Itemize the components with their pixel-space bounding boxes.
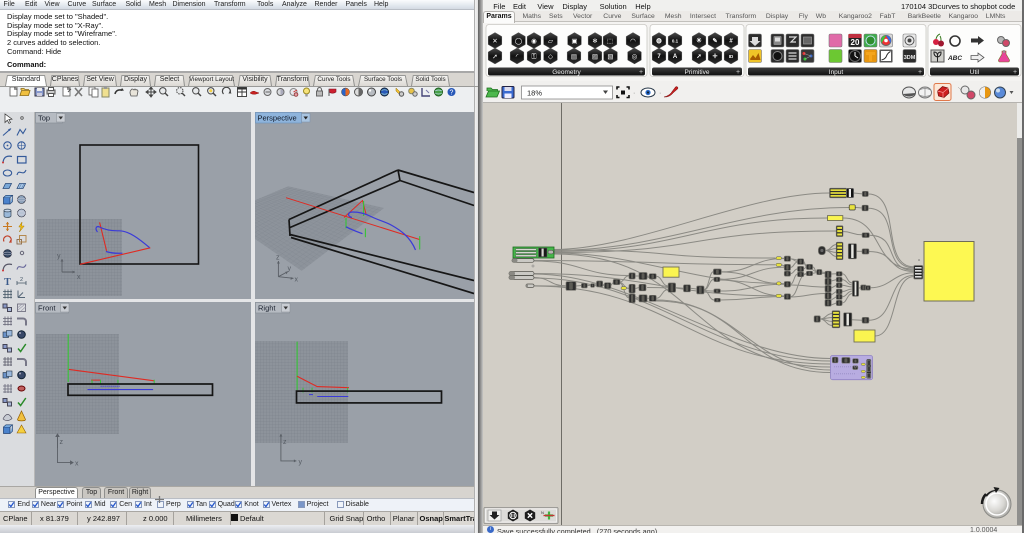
svg-text:Right: Right (258, 304, 276, 313)
svg-text:▣: ▣ (571, 38, 577, 45)
svg-text:z: z (283, 439, 287, 446)
svg-text:Front: Front (38, 304, 56, 313)
svg-text:▧: ▧ (607, 53, 613, 60)
svg-text:ID: ID (729, 54, 734, 59)
svg-text:N: N (541, 510, 544, 515)
svg-text:➚: ➚ (696, 54, 701, 60)
svg-text:◠: ◠ (630, 38, 636, 45)
svg-text:20: 20 (851, 38, 860, 47)
svg-text:x: x (75, 461, 79, 468)
svg-text:z: z (276, 255, 280, 262)
svg-text:Util: Util (970, 69, 980, 76)
svg-text:y: y (57, 253, 61, 260)
svg-text:3DM: 3DM (904, 55, 916, 61)
svg-text:◯: ◯ (515, 37, 523, 45)
svg-text:◎: ◎ (632, 53, 638, 60)
svg-text:⬚: ⬚ (607, 38, 613, 45)
svg-text:➚: ➚ (492, 53, 497, 60)
svg-text:o: o (918, 258, 920, 262)
svg-text:·: · (659, 90, 661, 97)
svg-text:◍: ◍ (656, 38, 662, 45)
svg-text:▤: ▤ (571, 53, 577, 60)
svg-text:x: x (77, 274, 81, 281)
svg-text:◉: ◉ (531, 38, 537, 45)
svg-text:⚿: ⚿ (532, 53, 537, 60)
svg-text:·: · (633, 90, 635, 97)
svg-text:✳: ✳ (696, 37, 702, 45)
svg-text:x: x (295, 277, 299, 284)
svg-text:Geometry: Geometry (552, 69, 581, 76)
svg-text:+: + (1013, 69, 1017, 76)
svg-text:18%: 18% (527, 89, 542, 98)
svg-text:Input: Input (829, 69, 844, 76)
svg-text:+: + (918, 69, 922, 76)
svg-text:ABC: ABC (947, 55, 962, 62)
svg-text:✕: ✕ (492, 38, 497, 45)
svg-text:❄: ❄ (592, 37, 598, 45)
svg-text:✛: ✛ (712, 53, 717, 60)
svg-text:y: y (288, 266, 292, 273)
svg-text:y: y (299, 459, 303, 466)
svg-text:z: z (60, 439, 64, 446)
svg-text:✎: ✎ (712, 38, 717, 45)
svg-text:2: 2 (20, 277, 23, 283)
svg-text:+: + (639, 69, 643, 76)
svg-text:Top: Top (38, 114, 50, 123)
svg-text:0.1: 0.1 (672, 39, 679, 44)
svg-text:+: + (736, 69, 740, 76)
svg-text:A: A (673, 54, 678, 60)
svg-text:▨: ▨ (592, 53, 598, 60)
svg-text:T: T (4, 277, 11, 288)
svg-text:Primitive: Primitive (685, 69, 710, 76)
svg-text:Perspective: Perspective (258, 114, 297, 123)
